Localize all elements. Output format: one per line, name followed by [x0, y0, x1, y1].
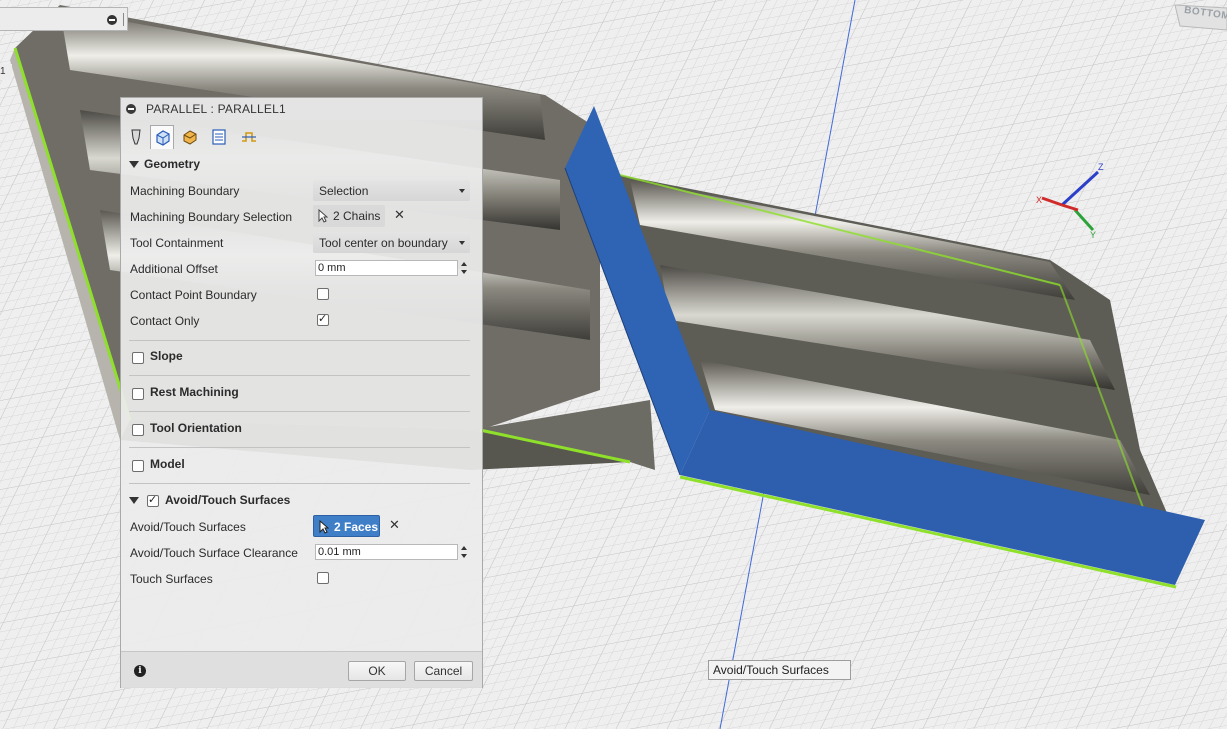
section-divider [129, 340, 470, 341]
linking-icon [242, 132, 256, 142]
step-down-icon[interactable] [461, 270, 467, 274]
expand-triangle-icon[interactable] [129, 497, 139, 504]
touch-surfaces-checkbox[interactable] [317, 572, 329, 584]
dropdown-arrow-icon [459, 241, 465, 245]
step-up-icon[interactable] [461, 546, 467, 550]
model-checkbox[interactable] [132, 460, 144, 472]
model-section-header[interactable]: Model [121, 455, 482, 475]
tab-tool[interactable] [124, 125, 148, 149]
browser-mini-bar [0, 7, 128, 31]
rest-machining-checkbox[interactable] [132, 388, 144, 400]
browser-edge-label: 1 [0, 64, 12, 80]
tool-containment-select[interactable]: Tool center on boundary [313, 232, 470, 253]
additional-offset-label: Additional Offset [130, 262, 218, 276]
cancel-button[interactable]: Cancel [414, 661, 473, 681]
machining-boundary-label: Machining Boundary [130, 184, 240, 198]
cursor-arrow-icon [319, 520, 329, 534]
clear-boundary-selection-icon[interactable]: ✕ [394, 208, 405, 223]
dropdown-arrow-icon [459, 189, 465, 193]
svg-text:X: X [1036, 195, 1042, 205]
heights-icon [183, 130, 197, 145]
avoid-touch-section-header[interactable]: Avoid/Touch Surfaces [121, 491, 482, 511]
slope-label: Slope [150, 349, 183, 363]
svg-text:Z: Z [1098, 162, 1104, 172]
geometry-section-header[interactable]: Geometry [121, 155, 482, 175]
geometry-icon [156, 130, 170, 146]
section-divider [129, 411, 470, 412]
tab-geometry[interactable] [150, 125, 174, 149]
collapse-dialog-icon[interactable] [126, 104, 136, 114]
avoid-touch-checkbox[interactable] [147, 493, 159, 507]
model-label: Model [150, 457, 185, 471]
section-divider [129, 447, 470, 448]
svg-text:Y: Y [1090, 230, 1096, 240]
avoid-touch-clearance-value: 0.01 mm [318, 546, 361, 558]
boundary-selection-label: Machining Boundary Selection [130, 210, 293, 224]
machining-boundary-value: Selection [319, 184, 369, 198]
step-up-icon[interactable] [461, 262, 467, 266]
tab-passes[interactable] [207, 125, 231, 149]
collapse-icon[interactable] [107, 15, 117, 25]
tool-containment-label: Tool Containment [130, 236, 224, 250]
contact-point-boundary-label: Contact Point Boundary [130, 288, 257, 302]
grip-handle[interactable] [123, 13, 124, 26]
touch-surfaces-label: Touch Surfaces [130, 572, 213, 586]
tool-orientation-label: Tool Orientation [150, 421, 242, 435]
slope-checkbox[interactable] [132, 352, 144, 364]
tab-strip [121, 123, 482, 149]
boundary-selection-button[interactable]: 2 Chains [313, 205, 385, 227]
tool-icon [131, 129, 141, 145]
rest-machining-label: Rest Machining [150, 385, 239, 399]
avoid-touch-surfaces-button[interactable]: 2 Faces [313, 515, 380, 537]
contact-point-boundary-checkbox[interactable] [317, 288, 329, 300]
contact-only-label: Contact Only [130, 314, 200, 328]
step-down-icon[interactable] [461, 554, 467, 558]
avoid-touch-clearance-label: Avoid/Touch Surface Clearance [130, 546, 298, 560]
expand-triangle-icon[interactable] [129, 161, 139, 168]
contact-only-checkbox[interactable] [317, 312, 329, 326]
tooltip: Avoid/Touch Surfaces [708, 660, 851, 680]
tool-containment-value: Tool center on boundary [319, 236, 448, 250]
slope-section-header[interactable]: Slope [121, 347, 482, 367]
tool-orientation-section-header[interactable]: Tool Orientation [121, 419, 482, 439]
boundary-selection-value: 2 Chains [333, 209, 381, 223]
avoid-touch-clearance-input[interactable]: 0.01 mm [315, 544, 458, 560]
dialog-title: PARALLEL : PARALLEL1 [146, 102, 286, 116]
passes-icon [212, 129, 226, 145]
rest-machining-section-header[interactable]: Rest Machining [121, 383, 482, 403]
dialog-footer: i OK Cancel [121, 651, 482, 688]
avoid-touch-surfaces-value: 2 Faces [334, 520, 379, 534]
info-icon[interactable]: i [134, 665, 146, 677]
section-divider [129, 483, 470, 484]
tab-linking[interactable] [237, 125, 261, 149]
additional-offset-input[interactable]: 0 mm [315, 260, 458, 276]
avoid-touch-surfaces-label: Avoid/Touch Surfaces [130, 520, 246, 534]
ok-button[interactable]: OK [348, 661, 406, 681]
tab-heights[interactable] [178, 125, 202, 149]
tool-orientation-checkbox[interactable] [132, 424, 144, 436]
clear-avoid-surfaces-icon[interactable]: ✕ [389, 518, 400, 533]
machining-boundary-select[interactable]: Selection [313, 180, 470, 201]
section-divider [129, 375, 470, 376]
cursor-arrow-icon [318, 209, 328, 223]
parallel-operation-dialog: PARALLEL : PARALLEL1 Geometry Machining … [120, 97, 483, 688]
geometry-header-label: Geometry [144, 157, 201, 171]
dialog-title-bar[interactable]: PARALLEL : PARALLEL1 [121, 98, 482, 120]
additional-offset-stepper[interactable] [460, 260, 468, 276]
avoid-touch-clearance-stepper[interactable] [460, 544, 468, 560]
avoid-touch-header-label: Avoid/Touch Surfaces [165, 493, 291, 507]
additional-offset-value: 0 mm [318, 262, 346, 274]
